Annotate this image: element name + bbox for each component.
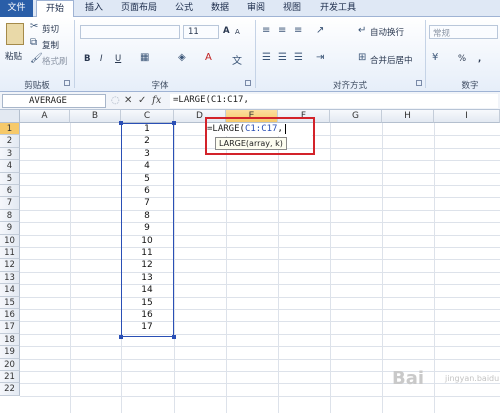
alignment-group-label: 对齐方式 [332, 81, 367, 91]
tab-page-layout[interactable]: 页面布局 [114, 0, 164, 17]
name-box[interactable]: AVERAGE [2, 94, 106, 108]
indent-icon[interactable]: ⇥ [316, 52, 324, 63]
align-right-icon[interactable]: ☰ [294, 52, 303, 63]
align-center-icon[interactable]: ☰ [278, 52, 287, 63]
row-header-19[interactable]: 19 [0, 346, 20, 359]
paste-button[interactable]: 粘贴 [5, 50, 22, 62]
tab-review[interactable]: 审阅 [240, 0, 272, 17]
cancel-button[interactable]: ✕ [124, 95, 132, 107]
select-all-corner[interactable] [0, 110, 20, 123]
align-bottom-icon[interactable]: ≡ [294, 25, 302, 36]
paste-icon[interactable] [6, 23, 24, 45]
tab-data[interactable]: 数据 [204, 0, 236, 17]
watermark: Bai [392, 368, 425, 389]
currency-icon[interactable]: ¥ [432, 52, 438, 63]
range-handle[interactable] [119, 121, 123, 125]
tab-home[interactable]: 开始 [36, 0, 74, 18]
comma-button[interactable]: , [478, 54, 481, 64]
watermark-sub: jingyan.baidu.com [445, 374, 500, 383]
format-painter-icon: 🖌 [30, 53, 43, 64]
phonetic-icon[interactable]: 文 [232, 52, 242, 67]
row-header-11[interactable]: 11 [0, 247, 20, 260]
alignment-launcher-icon[interactable] [416, 80, 422, 86]
row-header-4[interactable]: 4 [0, 160, 20, 173]
formula-input[interactable]: =LARGE(C1:C17, [170, 94, 498, 108]
bold-button[interactable]: B [84, 54, 90, 64]
row-header-20[interactable]: 20 [0, 358, 20, 371]
tab-developer[interactable]: 开发工具 [314, 0, 362, 17]
align-left-icon[interactable]: ☰ [262, 52, 271, 63]
merge-center-button[interactable]: 合并后居中 [370, 54, 413, 66]
column-header-b[interactable]: B [70, 110, 121, 123]
align-middle-icon[interactable]: ≡ [278, 25, 286, 36]
orientation-icon[interactable]: ↗ [316, 25, 324, 36]
shrink-font-button[interactable]: A [235, 28, 240, 36]
column-header-i[interactable]: I [434, 110, 500, 123]
range-highlight-c1-c17 [121, 123, 174, 337]
row-header-18[interactable]: 18 [0, 333, 20, 347]
ribbon-tabs: 文件 开始 插入 页面布局 公式 数据 审阅 视图 开发工具 [0, 0, 500, 18]
formula-bar: AVERAGE ◌ ✕ ✓ fx =LARGE(C1:C17, [0, 92, 500, 110]
border-icon[interactable]: ▦ [140, 52, 149, 63]
tab-view[interactable]: 视图 [276, 0, 308, 17]
row-header-16[interactable]: 16 [0, 309, 20, 322]
insert-function-button[interactable]: fx [152, 95, 161, 107]
row-header-15[interactable]: 15 [0, 296, 20, 309]
underline-button[interactable]: U [115, 54, 121, 64]
ribbon: 粘贴 ✂ 剪切 ⧉ 复制 🖌 格式刷 剪贴板 11 A A B I U ▦ ◈ … [0, 17, 500, 92]
column-header-g[interactable]: G [330, 110, 382, 123]
row-header-17[interactable]: 17 [0, 321, 20, 334]
tab-insert[interactable]: 插入 [78, 0, 110, 17]
column-header-h[interactable]: H [382, 110, 434, 123]
font-group-label: 字体 [151, 81, 169, 91]
number-format-select[interactable]: 常规 [429, 25, 498, 39]
row-header-2[interactable]: 2 [0, 135, 20, 148]
function-tooltip[interactable]: LARGE(array, k) [215, 137, 287, 150]
clipboard-group-label: 剪贴板 [24, 81, 50, 91]
wrap-text-button[interactable]: 自动换行 [370, 26, 404, 38]
row-header-3[interactable]: 3 [0, 147, 20, 161]
row-header-21[interactable]: 21 [0, 371, 20, 384]
grow-font-button[interactable]: A [223, 26, 230, 36]
range-handle[interactable] [172, 121, 176, 125]
row-header-6[interactable]: 6 [0, 185, 20, 198]
tab-file[interactable]: 文件 [0, 0, 33, 17]
font-size-select[interactable]: 11 [183, 25, 219, 39]
row-header-9[interactable]: 9 [0, 222, 20, 235]
column-header-a[interactable]: A [20, 110, 70, 123]
column-header-c[interactable]: C [121, 110, 174, 123]
row-header-1[interactable]: 1 [0, 123, 20, 136]
fill-color-icon[interactable]: ◈ [178, 52, 186, 63]
row-header-5[interactable]: 5 [0, 172, 20, 185]
copy-button[interactable]: 复制 [42, 39, 59, 51]
row-header-10[interactable]: 10 [0, 234, 20, 247]
row-header-7[interactable]: 7 [0, 197, 20, 210]
cut-icon: ✂ [30, 21, 39, 32]
enter-button[interactable]: ✓ [138, 95, 146, 107]
font-launcher-icon[interactable] [245, 80, 251, 86]
format-painter-button[interactable]: 格式刷 [42, 55, 68, 67]
number-group-label: 数字 [461, 81, 479, 91]
row-header-22[interactable]: 22 [0, 383, 20, 396]
range-handle[interactable] [172, 335, 176, 339]
row-header-14[interactable]: 14 [0, 284, 20, 297]
cut-button[interactable]: 剪切 [42, 23, 59, 35]
percent-button[interactable]: % [458, 54, 466, 64]
copy-icon: ⧉ [30, 37, 38, 48]
formula-bar-options-icon[interactable]: ◌ [111, 95, 120, 107]
row-header-13[interactable]: 13 [0, 271, 20, 285]
wrap-text-icon: ↵ [358, 25, 367, 36]
merge-icon: ⊞ [358, 52, 367, 63]
italic-button[interactable]: I [100, 54, 103, 64]
range-handle[interactable] [119, 335, 123, 339]
worksheet-grid[interactable]: ABCDEFGHI 1 2 3 4 5 6 7 8 9 10 11 12 13 14 15 16 17 18 19 2… [0, 110, 500, 413]
font-color-icon[interactable]: A [205, 52, 212, 63]
align-top-icon[interactable]: ≡ [262, 25, 270, 36]
font-name-select[interactable] [80, 25, 180, 39]
row-header-8[interactable]: 8 [0, 209, 20, 223]
clipboard-launcher-icon[interactable] [64, 80, 70, 86]
tab-formulas[interactable]: 公式 [168, 0, 200, 17]
row-header-12[interactable]: 12 [0, 259, 20, 272]
